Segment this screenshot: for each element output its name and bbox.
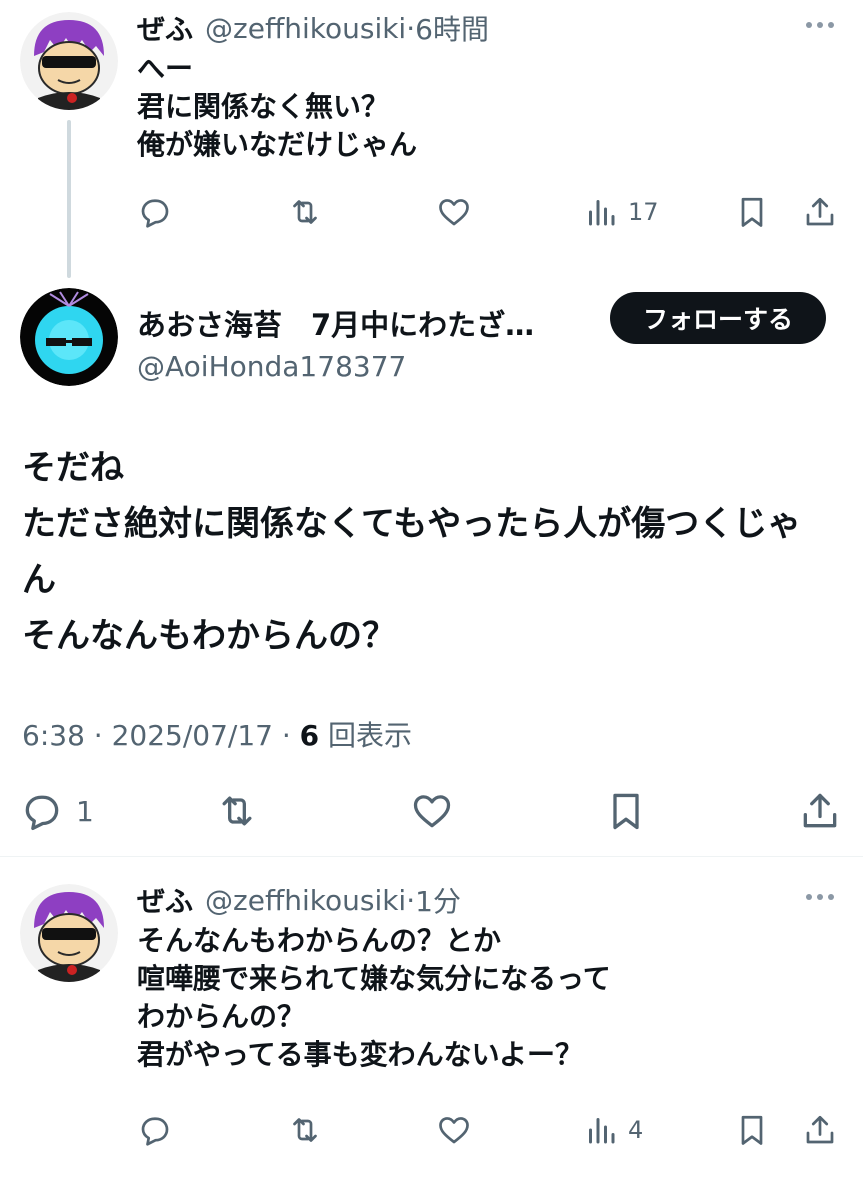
tweet-line: 君に関係なく無い？ (137, 90, 390, 123)
post-timestamp[interactable]: 6:38 · 2025/07/17 · 6 回表示 (22, 714, 412, 754)
thread-line (67, 120, 71, 278)
share-button[interactable] (802, 194, 838, 230)
avatar-aoi[interactable] (20, 288, 118, 386)
tweet-line: 喧嘩腰で来られて嫌な気分になるって (137, 962, 611, 995)
like-button[interactable] (436, 194, 472, 230)
bookmark-icon (613, 793, 639, 830)
post-time[interactable]: 6時間 (415, 8, 489, 48)
retweet-button[interactable] (286, 194, 324, 230)
separator: · (406, 883, 416, 917)
tweet-line: そんなんもわからんの？とか (137, 924, 502, 957)
share-button[interactable] (798, 789, 842, 833)
avatar-image (20, 884, 118, 982)
display-name[interactable]: ぜふ (137, 880, 193, 920)
views-button[interactable]: 17 (586, 194, 659, 230)
bookmark-icon (741, 197, 763, 227)
avatar-zefu[interactable] (20, 12, 118, 110)
post-time[interactable]: 1分 (415, 880, 461, 920)
like-button[interactable] (410, 789, 454, 833)
bookmark-icon (741, 1115, 763, 1145)
bookmark-button[interactable] (734, 194, 770, 230)
tweet-line: 俺が嫌いなだけじゃん (137, 128, 418, 161)
avatar-image (20, 12, 118, 110)
tweet-header: ぜふ @zeffhikousiki · 1分 (137, 880, 461, 920)
like-icon (439, 1117, 469, 1144)
bookmark-button[interactable] (734, 1112, 770, 1148)
retweet-button[interactable] (214, 789, 260, 833)
tweet-body: そんなんもわからんの？とか 喧嘩腰で来られて嫌な気分になるって わからんの？ 君… (137, 922, 611, 1074)
more-icon[interactable] (806, 894, 834, 900)
tweet-body: そだね たださ絶対に関係なくてもやったら人が傷つくじゃ ん そんなんもわからんの… (22, 440, 801, 664)
views-count: 17 (628, 198, 659, 226)
retweet-icon (293, 200, 317, 224)
bookmark-button[interactable] (604, 789, 648, 833)
more-icon[interactable] (806, 22, 834, 28)
avatar-zefu[interactable] (20, 884, 118, 982)
reply-count: 1 (76, 794, 94, 828)
handle[interactable]: @AoiHonda178377 (137, 350, 534, 383)
like-icon (413, 795, 451, 828)
separator: · (406, 11, 416, 45)
retweet-button[interactable] (286, 1112, 324, 1148)
reply-icon (25, 795, 59, 831)
tweet-header: ぜふ @zeffhikousiki · 6時間 (137, 8, 489, 48)
share-icon (803, 793, 837, 828)
share-icon (806, 1115, 834, 1144)
reply-button[interactable]: 1 (20, 789, 94, 833)
tweet-divider (0, 856, 863, 857)
timestamp-text: 6:38 · 2025/07/17 · (22, 719, 300, 752)
reply-button[interactable] (137, 1112, 173, 1148)
like-button[interactable] (436, 1112, 472, 1148)
reply-button[interactable] (137, 194, 173, 230)
views-icon (589, 1118, 615, 1144)
tweet-line: そだね (22, 448, 124, 488)
tweet-line: へー (137, 52, 194, 85)
views-count: 4 (628, 1116, 644, 1144)
reply-icon (141, 1117, 169, 1146)
tweet-line: 君がやってる事も変わんないよー？ (137, 1038, 584, 1071)
tweet-line: そんなんもわからんの？ (22, 616, 396, 656)
like-icon (439, 199, 469, 226)
display-name[interactable]: ぜふ (137, 8, 193, 48)
tweet-header: あおさ海苔 7月中にわたざ… @AoiHonda178377 (137, 302, 534, 383)
follow-button[interactable]: フォローする (610, 292, 826, 344)
tweet-line: わからんの？ (137, 1000, 306, 1033)
avatar-image (20, 288, 118, 386)
tweet-line: ん (22, 560, 56, 600)
tweet-body: へー 君に関係なく無い？ 俺が嫌いなだけじゃん (137, 50, 417, 164)
tweet-line: たださ絶対に関係なくてもやったら人が傷つくじゃ (22, 504, 802, 544)
views-button[interactable]: 4 (586, 1112, 643, 1148)
view-suffix: 回表示 (319, 719, 413, 752)
handle[interactable]: @zeffhikousiki (205, 12, 406, 45)
display-name[interactable]: あおさ海苔 7月中にわたざ… (137, 302, 534, 344)
views-icon (589, 200, 615, 226)
share-icon (806, 197, 834, 226)
share-button[interactable] (802, 1112, 838, 1148)
view-count: 6 (299, 719, 320, 752)
handle[interactable]: @zeffhikousiki (205, 884, 406, 917)
retweet-icon (222, 796, 252, 826)
reply-icon (141, 199, 169, 228)
retweet-icon (293, 1118, 317, 1142)
